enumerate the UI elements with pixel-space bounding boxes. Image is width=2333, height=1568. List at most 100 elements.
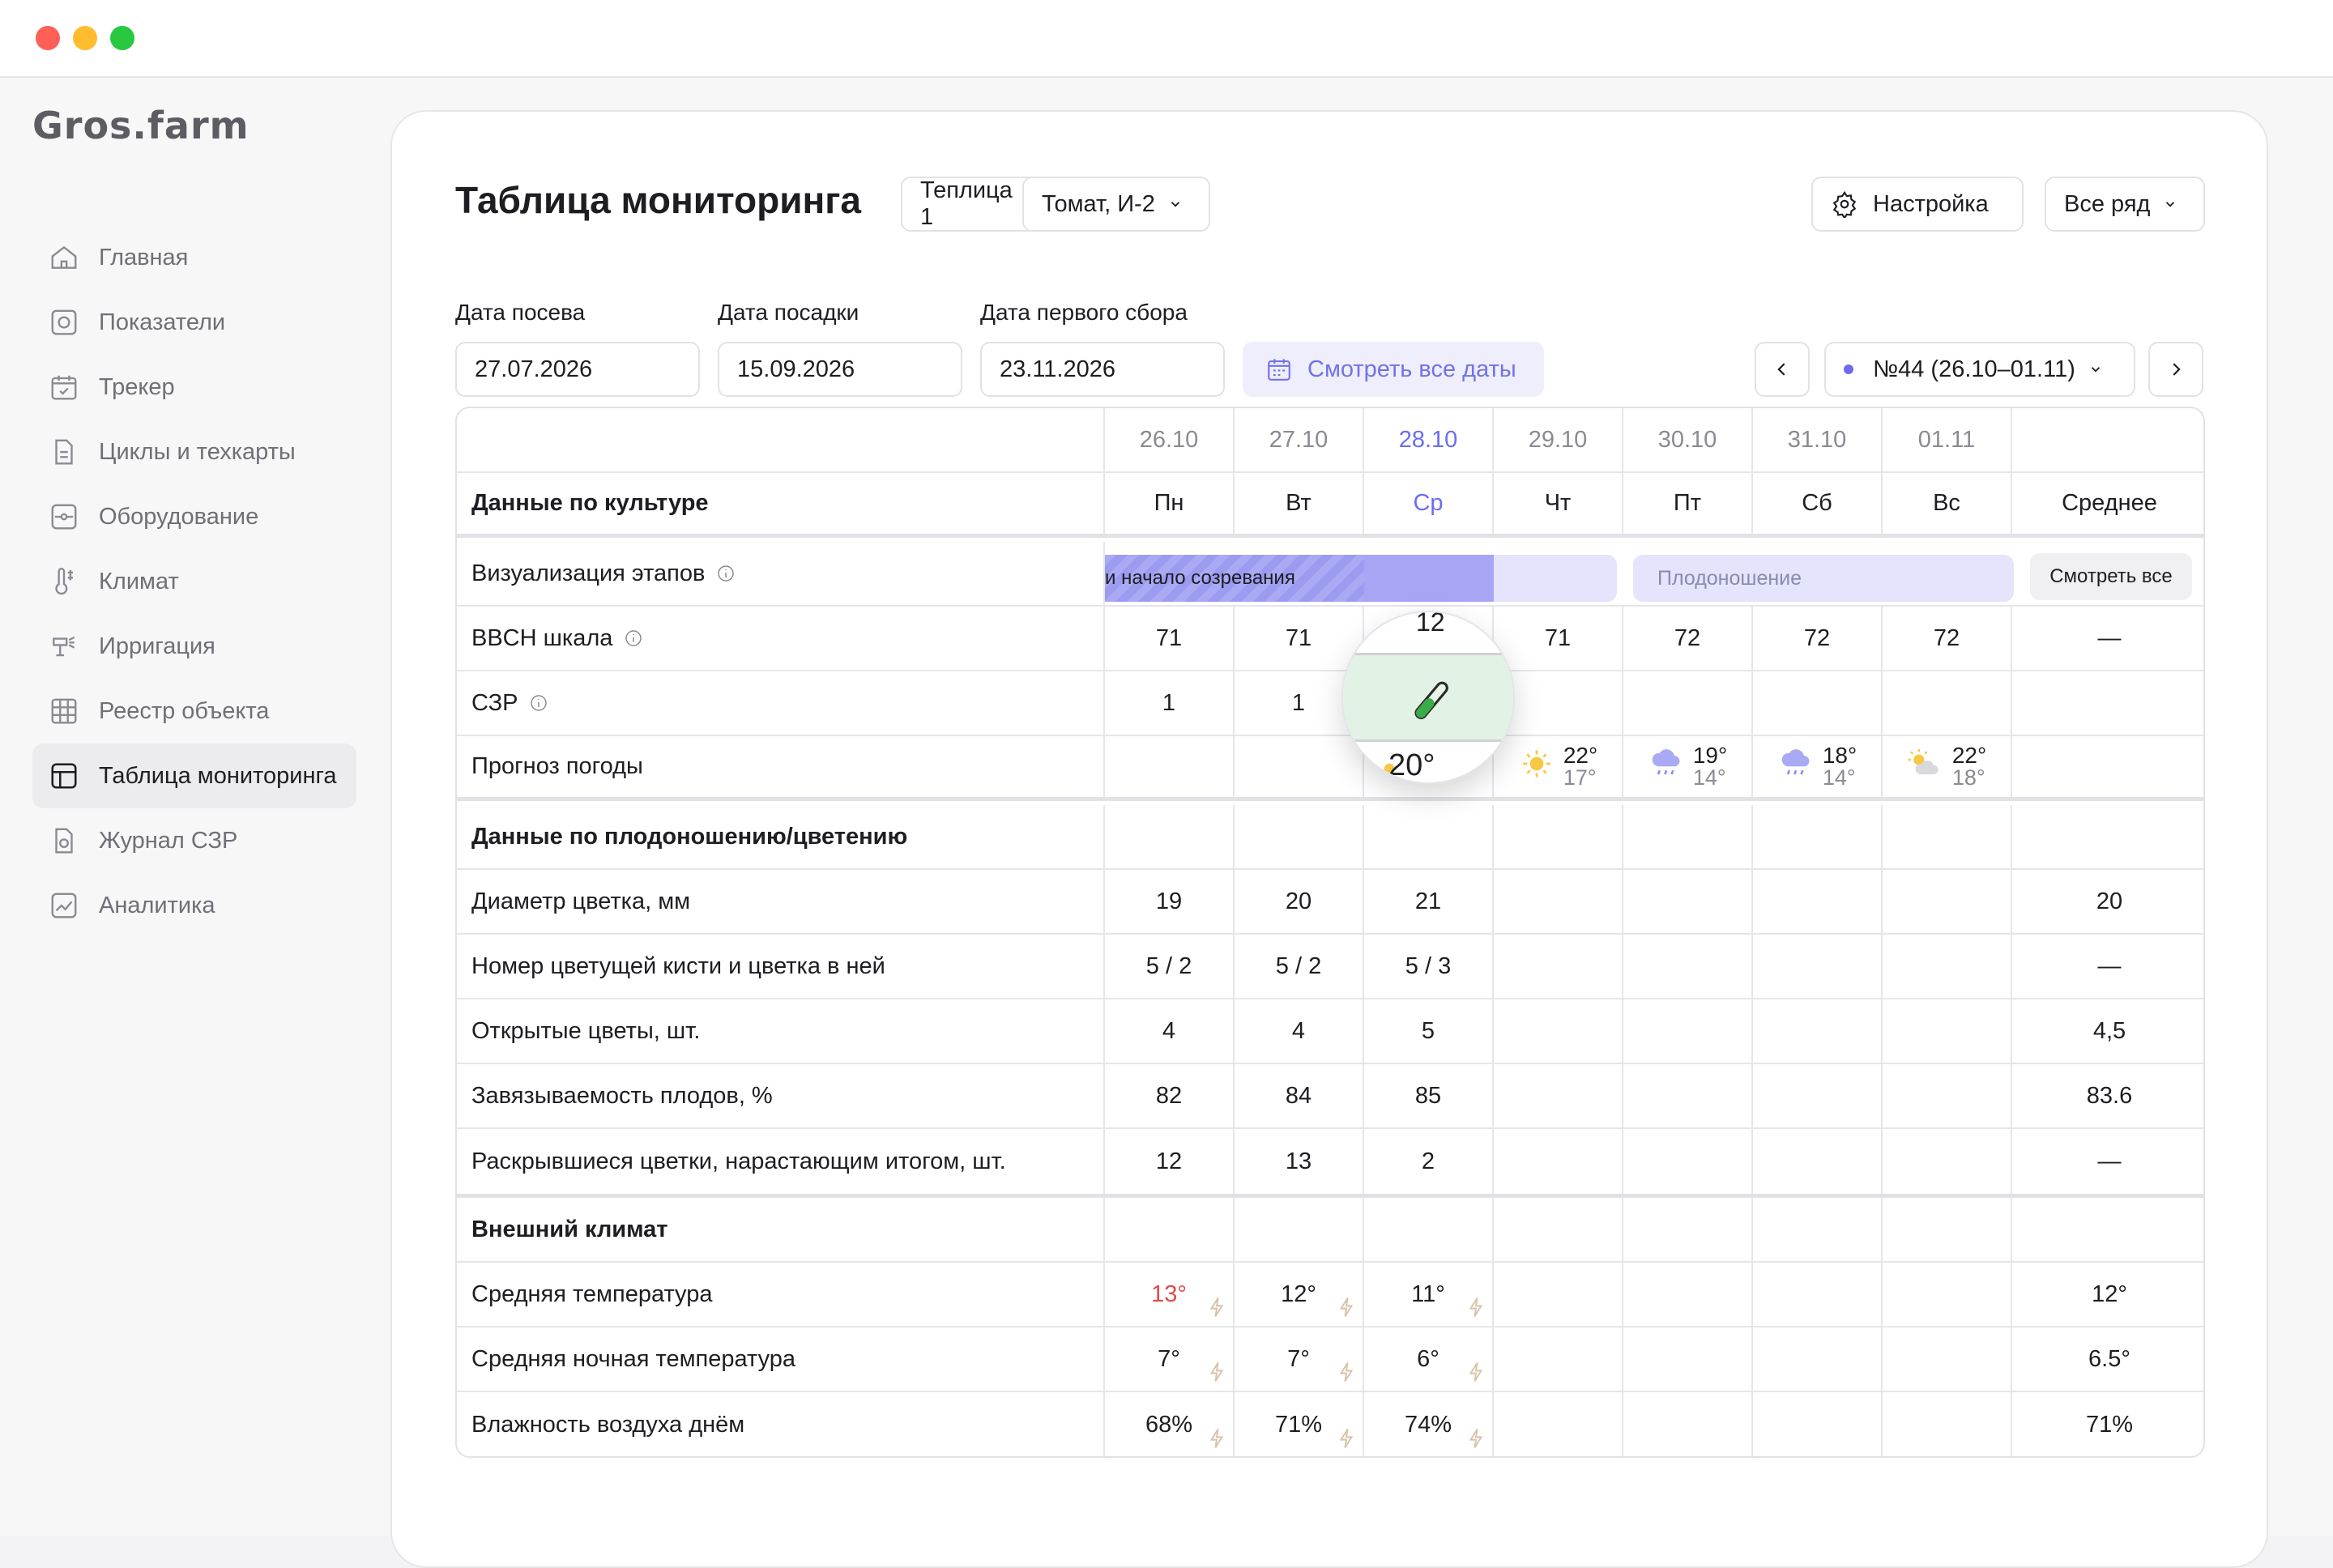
avg-cell: — <box>2097 1148 2122 1174</box>
table-cell[interactable] <box>1753 935 1883 998</box>
table-cell[interactable] <box>1883 1392 2012 1456</box>
table-cell[interactable]: 71% <box>1235 1392 1364 1456</box>
table-cell[interactable] <box>1494 1129 1623 1194</box>
table-cell[interactable]: 72 <box>1883 607 2012 670</box>
table-cell[interactable] <box>1623 870 1753 933</box>
table-cell[interactable]: 74% <box>1364 1392 1494 1456</box>
info-icon[interactable] <box>624 628 643 648</box>
table-cell[interactable] <box>1623 1327 1753 1391</box>
crop-dropdown[interactable]: Томат, И-2 <box>1022 177 1210 232</box>
table-cell[interactable]: 68% <box>1105 1392 1235 1456</box>
table-cell[interactable]: 21 <box>1364 870 1494 933</box>
table-cell[interactable] <box>1494 1263 1623 1326</box>
table-cell[interactable]: 72 <box>1623 607 1753 670</box>
cell-value: 71 <box>1544 624 1572 651</box>
see-all-dates-button[interactable]: Смотреть все даты <box>1243 342 1544 397</box>
table-cell[interactable] <box>1883 1263 2012 1326</box>
table-cell[interactable]: 12° <box>1235 1263 1364 1326</box>
table-cell[interactable] <box>1883 870 2012 933</box>
sidebar-item-equipment[interactable]: Оборудование <box>32 484 356 549</box>
previous-week-button[interactable] <box>1755 342 1810 397</box>
table-cell[interactable] <box>1623 1263 1753 1326</box>
weather-cell: 22° 17° <box>1494 736 1623 797</box>
table-row: Влажность воздуха днём 68% 71% 74% 71% <box>457 1392 2203 1456</box>
table-cell[interactable]: 85 <box>1364 1064 1494 1127</box>
table-cell[interactable]: 82 <box>1105 1064 1235 1127</box>
sidebar-item-tracker[interactable]: Трекер <box>32 355 356 420</box>
table-cell[interactable] <box>1753 1263 1883 1326</box>
first-harvest-date-input[interactable] <box>980 342 1225 397</box>
table-cell[interactable]: 1 <box>1105 671 1235 735</box>
week-dropdown[interactable]: №44 (26.10–01.11) <box>1824 342 2135 397</box>
table-cell[interactable] <box>1623 1392 1753 1456</box>
table-cell[interactable] <box>1883 999 2012 1063</box>
table-cell[interactable] <box>1494 1327 1623 1391</box>
table-cell[interactable] <box>1753 1327 1883 1391</box>
table-cell[interactable] <box>1494 1064 1623 1127</box>
zoom-window-button[interactable] <box>110 26 134 50</box>
minimize-window-button[interactable] <box>73 26 97 50</box>
table-cell[interactable] <box>1623 1064 1753 1127</box>
table-cell[interactable] <box>1753 671 1883 735</box>
table-cell[interactable]: 4 <box>1105 999 1235 1063</box>
stage-bar-fruiting[interactable]: Плодоношение <box>1633 555 2014 602</box>
sidebar-item-registry[interactable]: Реестр объекта <box>32 679 356 744</box>
table-cell[interactable]: 11° <box>1364 1263 1494 1326</box>
app-logo[interactable]: Gros.farm <box>32 104 250 147</box>
table-cell[interactable]: 5 / 2 <box>1235 935 1364 998</box>
table-cell[interactable] <box>1753 870 1883 933</box>
table-cell[interactable] <box>1494 1392 1623 1456</box>
table-cell[interactable]: 7° <box>1105 1327 1235 1391</box>
sidebar-item-metrics[interactable]: Показатели <box>32 290 356 355</box>
table-cell[interactable] <box>1623 671 1753 735</box>
sidebar-item-climate[interactable]: Климат <box>32 549 356 614</box>
table-cell[interactable]: 5 <box>1364 999 1494 1063</box>
table-cell[interactable]: 4 <box>1235 999 1364 1063</box>
sidebar-item-irrigation[interactable]: Ирригация <box>32 614 356 679</box>
sidebar-item-analytics[interactable]: Аналитика <box>32 873 356 938</box>
table-cell[interactable] <box>1883 1327 2012 1391</box>
sowing-date-input[interactable] <box>455 342 700 397</box>
table-cell[interactable] <box>1494 870 1623 933</box>
table-cell[interactable]: 5 / 3 <box>1364 935 1494 998</box>
sidebar-item-home[interactable]: Главная <box>32 225 356 290</box>
table-cell[interactable]: 5 / 2 <box>1105 935 1235 998</box>
table-cell[interactable] <box>1623 935 1753 998</box>
table-cell[interactable] <box>1883 1064 2012 1127</box>
table-cell[interactable]: 12 <box>1105 1129 1235 1194</box>
table-cell[interactable] <box>1494 935 1623 998</box>
sidebar-item-cycles[interactable]: Циклы и техкарты <box>32 420 356 484</box>
table-cell[interactable] <box>1883 671 2012 735</box>
info-icon[interactable] <box>529 693 548 713</box>
table-cell[interactable]: 71 <box>1494 607 1623 670</box>
table-cell[interactable] <box>1623 1129 1753 1194</box>
table-cell[interactable] <box>1883 935 2012 998</box>
table-cell[interactable]: 20 <box>1235 870 1364 933</box>
table-cell[interactable]: 7° <box>1235 1327 1364 1391</box>
close-window-button[interactable] <box>36 26 60 50</box>
table-cell[interactable]: 71 <box>1105 607 1235 670</box>
rows-dropdown[interactable]: Все ряд <box>2045 177 2205 232</box>
see-all-stages-button[interactable]: Смотреть все <box>2030 553 2192 600</box>
table-cell[interactable] <box>1753 1064 1883 1127</box>
greenhouse-dropdown[interactable]: Теплица 1 <box>901 177 1042 232</box>
table-cell[interactable]: 13° <box>1105 1263 1235 1326</box>
settings-button[interactable]: Настройка <box>1811 177 2024 232</box>
table-cell[interactable] <box>1883 1129 2012 1194</box>
table-cell[interactable] <box>1623 999 1753 1063</box>
table-cell[interactable]: 2 <box>1364 1129 1494 1194</box>
table-cell[interactable]: 19 <box>1105 870 1235 933</box>
table-cell[interactable] <box>1753 1129 1883 1194</box>
sidebar-item-szr-journal[interactable]: Журнал СЗР <box>32 808 356 873</box>
info-icon[interactable] <box>716 564 736 583</box>
table-cell[interactable] <box>1494 999 1623 1063</box>
table-cell[interactable]: 72 <box>1753 607 1883 670</box>
table-cell[interactable] <box>1753 999 1883 1063</box>
table-cell[interactable]: 13 <box>1235 1129 1364 1194</box>
next-week-button[interactable] <box>2148 342 2203 397</box>
table-cell[interactable] <box>1753 1392 1883 1456</box>
sidebar-item-monitoring-table[interactable]: Таблица мониторинга <box>32 744 356 808</box>
table-cell[interactable]: 6° <box>1364 1327 1494 1391</box>
planting-date-input[interactable] <box>718 342 962 397</box>
table-cell[interactable]: 84 <box>1235 1064 1364 1127</box>
